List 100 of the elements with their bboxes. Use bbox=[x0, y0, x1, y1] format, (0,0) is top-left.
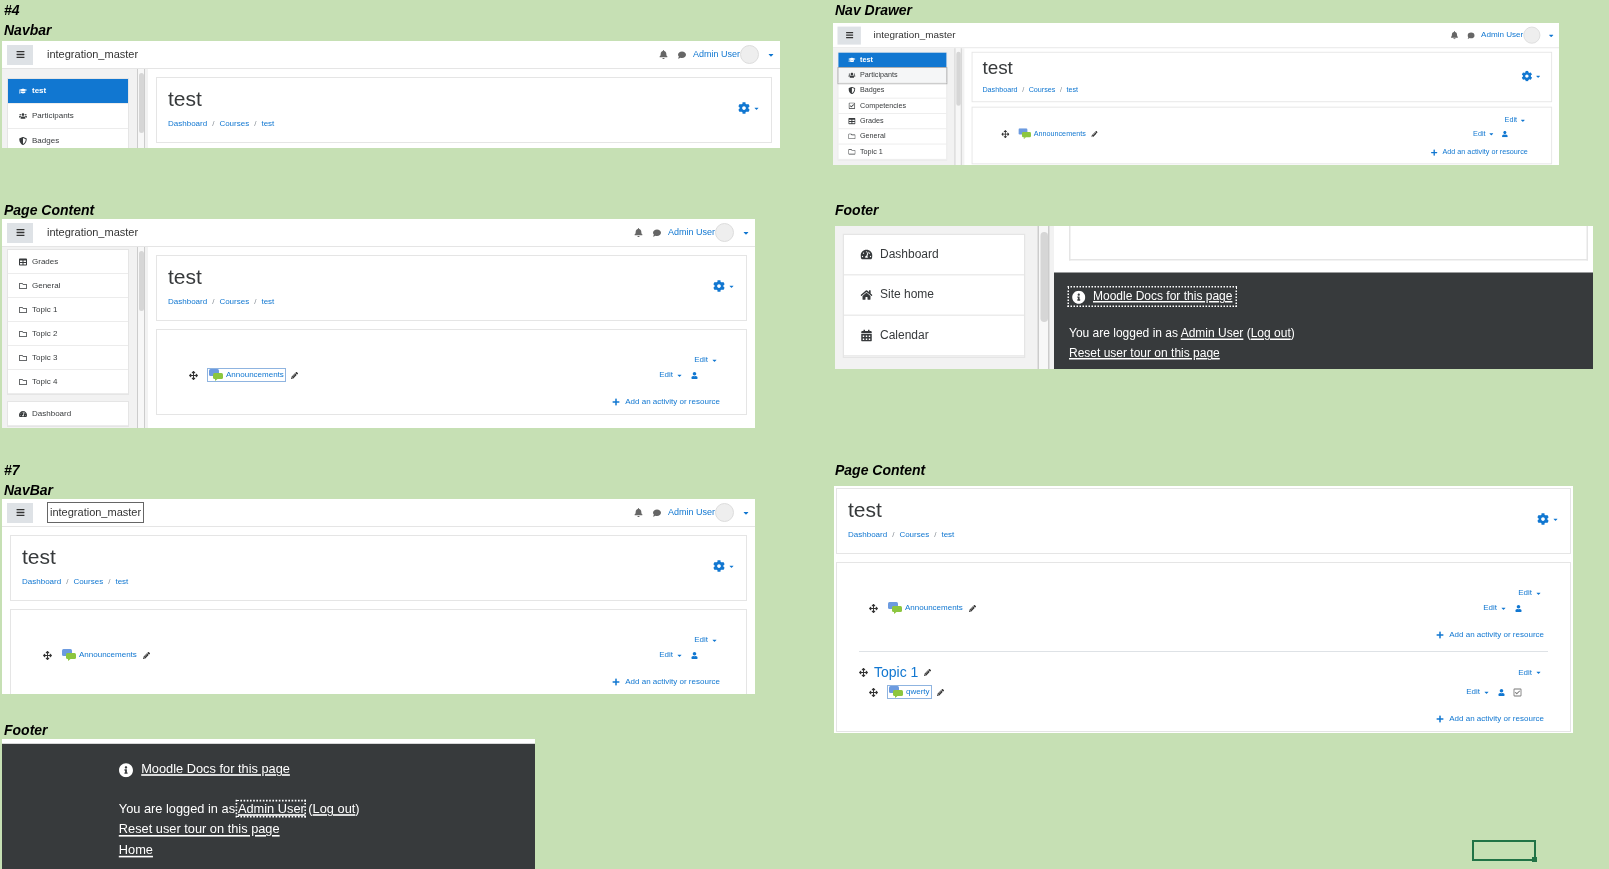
add-activity-link[interactable]: Add an activity or resource bbox=[1436, 629, 1544, 642]
move-icon[interactable] bbox=[869, 687, 878, 697]
sheet-caption: #4 bbox=[4, 1, 21, 20]
edit-menu[interactable]: Edit bbox=[1518, 587, 1542, 600]
activity-link[interactable]: Announcements bbox=[61, 648, 138, 663]
user-icon[interactable] bbox=[691, 371, 698, 379]
section-title[interactable]: Topic 1 bbox=[874, 662, 919, 684]
pencil-icon[interactable] bbox=[1091, 130, 1098, 138]
home-icon bbox=[860, 289, 873, 301]
edit-menu[interactable]: Edit bbox=[694, 354, 718, 367]
activity-link[interactable]: Announcements bbox=[887, 601, 964, 616]
pencil-icon[interactable] bbox=[142, 651, 150, 659]
edit-menu[interactable]: Edit bbox=[1466, 686, 1490, 699]
bell-icon[interactable] bbox=[659, 50, 668, 59]
drawer-item[interactable]: Badges bbox=[8, 129, 128, 148]
menu-button[interactable] bbox=[7, 44, 33, 65]
user-name[interactable]: Admin User bbox=[1481, 29, 1524, 42]
user-name[interactable]: Admin User bbox=[668, 225, 715, 240]
drawer-item[interactable]: Dashboard bbox=[8, 402, 128, 426]
footer-link[interactable]: Reset user tour on this page bbox=[118, 819, 280, 840]
breadcrumb-link[interactable]: Dashboard bbox=[848, 529, 888, 542]
bell-icon[interactable] bbox=[1450, 31, 1459, 40]
user-icon[interactable] bbox=[691, 651, 698, 659]
drawer-item[interactable]: test bbox=[8, 79, 128, 104]
docs-link[interactable]: Moodle Docs for this page bbox=[141, 759, 290, 779]
chat-icon[interactable] bbox=[653, 508, 661, 517]
docs-link[interactable]: Moodle Docs for this page bbox=[1093, 287, 1233, 306]
user-icon[interactable] bbox=[1501, 130, 1508, 138]
edit-menu[interactable]: Edit bbox=[659, 649, 683, 662]
drawer-item[interactable]: Topic 3 bbox=[8, 346, 128, 370]
activity-link[interactable]: qwerty bbox=[887, 685, 932, 700]
user-icon[interactable] bbox=[1515, 604, 1522, 612]
drawer-item[interactable]: General bbox=[8, 274, 128, 298]
logout-link[interactable]: Log out bbox=[1250, 326, 1291, 340]
scrollbar[interactable] bbox=[955, 51, 961, 106]
scrollbar[interactable] bbox=[138, 73, 144, 133]
user-link[interactable]: Admin User bbox=[237, 801, 305, 816]
scrollbar[interactable] bbox=[1039, 232, 1048, 322]
site-name[interactable]: integration_master bbox=[47, 46, 139, 63]
footer-link[interactable]: Reset user tour on this page bbox=[1069, 343, 1220, 363]
drawer-item[interactable]: Topic 4 bbox=[8, 370, 128, 394]
chat-icon[interactable] bbox=[653, 228, 661, 237]
menu-button[interactable] bbox=[837, 26, 861, 45]
edit-menu[interactable]: Edit bbox=[659, 369, 683, 382]
user-name[interactable]: Admin User bbox=[668, 505, 715, 520]
site-name[interactable]: integration_master bbox=[47, 502, 145, 523]
settings-menu[interactable] bbox=[713, 560, 735, 572]
pencil-icon[interactable] bbox=[936, 688, 944, 696]
breadcrumb-link[interactable]: test bbox=[115, 576, 129, 589]
move-icon[interactable] bbox=[859, 668, 868, 678]
menu-button[interactable] bbox=[7, 222, 33, 243]
footer-link[interactable]: Home bbox=[118, 839, 153, 861]
add-activity-link[interactable]: Add an activity or resource bbox=[612, 676, 720, 689]
drawer-item[interactable]: Dashboard bbox=[844, 235, 1024, 276]
breadcrumb-link[interactable]: test bbox=[261, 296, 275, 309]
site-name[interactable]: integration_master bbox=[873, 27, 956, 43]
settings-menu[interactable] bbox=[713, 280, 735, 292]
drawer-item[interactable]: Topic 2 bbox=[8, 322, 128, 346]
breadcrumb-link[interactable]: test bbox=[941, 529, 955, 542]
add-activity-link[interactable]: Add an activity or resource bbox=[612, 396, 720, 409]
bell-icon[interactable] bbox=[634, 228, 643, 237]
settings-menu[interactable] bbox=[1521, 70, 1542, 82]
settings-menu[interactable] bbox=[1537, 513, 1559, 525]
breadcrumb-link[interactable]: Dashboard bbox=[22, 576, 62, 589]
scrollbar[interactable] bbox=[138, 251, 144, 311]
move-icon[interactable] bbox=[43, 650, 52, 660]
menu-button[interactable] bbox=[7, 502, 33, 523]
pencil-icon[interactable] bbox=[290, 371, 298, 379]
edit-menu[interactable]: Edit bbox=[1518, 666, 1542, 679]
settings-menu[interactable] bbox=[738, 102, 760, 114]
drawer-item[interactable]: Topic 1 bbox=[8, 298, 128, 322]
activity-link[interactable]: Announcements bbox=[207, 368, 286, 383]
breadcrumb-link[interactable]: Courses bbox=[219, 118, 250, 131]
cell-cursor[interactable] bbox=[1472, 840, 1536, 861]
move-icon[interactable] bbox=[189, 370, 198, 380]
drawer-item[interactable]: Grades bbox=[8, 250, 128, 274]
breadcrumb-link[interactable]: Courses bbox=[899, 529, 930, 542]
breadcrumb-link[interactable]: Courses bbox=[219, 296, 250, 309]
chat-bubbles-icon bbox=[209, 369, 223, 382]
drawer-item[interactable]: Participants bbox=[8, 104, 128, 129]
bell-icon[interactable] bbox=[634, 508, 643, 517]
breadcrumb-link[interactable]: Courses bbox=[73, 576, 104, 589]
breadcrumb-link[interactable]: Dashboard bbox=[168, 118, 208, 131]
user-name[interactable]: Admin User bbox=[693, 47, 740, 62]
pencil-icon[interactable] bbox=[968, 604, 976, 612]
user-icon[interactable] bbox=[1498, 688, 1505, 696]
chat-icon[interactable] bbox=[1467, 31, 1475, 39]
move-icon[interactable] bbox=[1001, 129, 1010, 138]
drawer-item[interactable]: Calendar bbox=[844, 316, 1024, 357]
chat-icon[interactable] bbox=[678, 50, 686, 59]
breadcrumb-link[interactable]: test bbox=[261, 118, 275, 131]
user-link[interactable]: Admin User bbox=[1180, 326, 1244, 340]
pencil-icon[interactable] bbox=[924, 669, 932, 677]
move-icon[interactable] bbox=[869, 603, 878, 613]
edit-menu[interactable]: Edit bbox=[694, 634, 718, 647]
breadcrumb-link[interactable]: Dashboard bbox=[168, 296, 208, 309]
edit-menu[interactable]: Edit bbox=[1483, 602, 1507, 615]
site-name[interactable]: integration_master bbox=[47, 224, 139, 241]
drawer-item[interactable]: Site home bbox=[844, 275, 1024, 316]
add-activity-link[interactable]: Add an activity or resource bbox=[1436, 713, 1544, 726]
